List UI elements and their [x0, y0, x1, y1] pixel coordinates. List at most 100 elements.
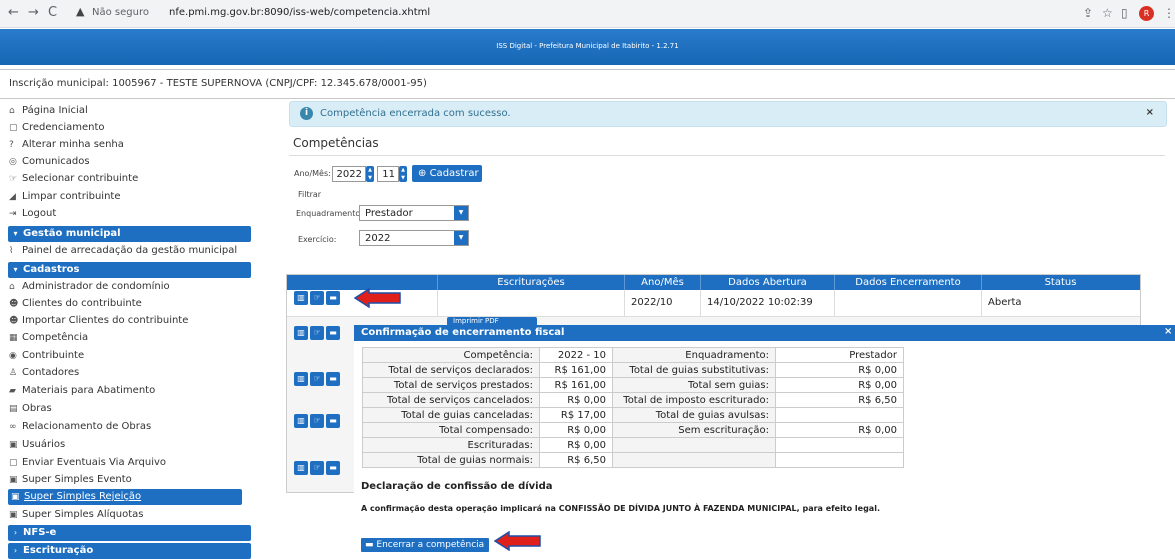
- reload-icon[interactable]: C: [48, 5, 57, 21]
- folder-open-icon[interactable]: ▬: [326, 461, 340, 475]
- encerramento-cell: [835, 290, 982, 316]
- close-icon[interactable]: ×: [1146, 107, 1154, 118]
- forward-icon[interactable]: →: [28, 5, 39, 21]
- mes-stepper[interactable]: ▲ ▼: [399, 166, 407, 182]
- question-icon: ?: [9, 140, 14, 150]
- summary-row: Total compensado: R$ 0,00 Sem escrituração…: [362, 422, 904, 438]
- summary-label: Total de serviços cancelados:: [362, 392, 540, 408]
- summary-label: Total sem guias:: [612, 377, 776, 393]
- exercicio-select[interactable]: 2022 ▼: [359, 230, 469, 246]
- sidebar-item-competencia[interactable]: ▦ Competência: [9, 330, 88, 346]
- sidebar-item-alterar-senha[interactable]: ? Alterar minha senha: [9, 137, 124, 153]
- trash-icon[interactable]: ▥: [294, 372, 308, 386]
- side-panel-icon[interactable]: ▯: [1121, 6, 1128, 20]
- summary-label: [612, 437, 776, 453]
- column-header-dados-abertura: Dados Abertura: [701, 275, 835, 290]
- folder-icon: ▬: [365, 540, 374, 550]
- enquadramento-select[interactable]: Prestador ▼: [359, 205, 469, 221]
- sidebar-section-cadastros[interactable]: ▾ Cadastros: [8, 262, 251, 278]
- close-icon[interactable]: ×: [1164, 326, 1172, 337]
- sidebar-item-obras[interactable]: ▤ Obras: [9, 401, 52, 417]
- star-icon[interactable]: ☆: [1102, 6, 1113, 20]
- summary-label: Total de serviços declarados:: [362, 362, 540, 378]
- summary-label: Escrituradas:: [362, 437, 540, 453]
- ano-stepper[interactable]: ▲ ▼: [366, 166, 374, 182]
- summary-value: [775, 437, 904, 453]
- sidebar-item-limpar-contribuinte[interactable]: ◢ Limpar contribuinte: [9, 189, 121, 205]
- sidebar-section-nfse[interactable]: › NFS-e: [8, 525, 251, 541]
- address-bar[interactable]: ▲ Não seguro nfe.pmi.mg.gov.br:8090/iss-…: [66, 4, 1116, 23]
- home-icon: ⌂: [9, 106, 15, 116]
- summary-label: Total de imposto escriturado:: [612, 392, 776, 408]
- trash-icon[interactable]: ▥: [294, 291, 308, 305]
- share-icon[interactable]: ⇪: [1083, 6, 1093, 20]
- sidebar-section-gestao[interactable]: ▾ Gestão municipal: [8, 226, 251, 242]
- mes-input[interactable]: 11: [377, 166, 399, 182]
- sidebar-item-usuarios[interactable]: ▣ Usuários: [9, 437, 65, 453]
- summary-row: Competência: 2022 - 10 Enquadramento: Prest…: [362, 347, 904, 363]
- sidebar-item-comunicados[interactable]: ◎ Comunicados: [9, 154, 90, 170]
- sidebar-item-pagina-inicial[interactable]: ⌂ Página Inicial: [9, 103, 88, 119]
- trash-icon[interactable]: ▥: [294, 326, 308, 340]
- hand-point-icon[interactable]: ☞: [310, 326, 324, 340]
- hand-point-icon[interactable]: ☞: [310, 461, 324, 475]
- summary-row: Total de serviços cancelados: R$ 0,00 Tota…: [362, 392, 904, 408]
- hand-point-icon[interactable]: ☞: [310, 414, 324, 428]
- chevron-right-icon: ›: [13, 528, 18, 537]
- browser-menu-icon[interactable]: ⋮: [1163, 6, 1175, 20]
- encerrar-button[interactable]: ▬ Encerrar a competência: [361, 538, 489, 552]
- app-header: ISS Digital - Prefeitura Municipal de It…: [0, 29, 1175, 65]
- folder-open-icon[interactable]: ▬: [326, 326, 340, 340]
- user-icon: ♙: [9, 368, 18, 378]
- back-icon[interactable]: ←: [8, 5, 19, 21]
- sidebar-item-logout[interactable]: ⇥ Logout: [9, 206, 56, 222]
- summary-value: R$ 161,00: [539, 377, 613, 393]
- escrituracoes-cell: [438, 290, 625, 316]
- sidebar-item-materiais-abatimento[interactable]: ▰ Materiais para Abatimento: [9, 383, 155, 399]
- sidebar-section-escrituracao[interactable]: › Escrituração: [8, 543, 251, 559]
- summary-value: R$ 0,00: [539, 422, 613, 438]
- sidebar-item-super-simples-aliquotas[interactable]: ▣ Super Simples Alíquotas: [9, 507, 143, 523]
- cadastrar-button[interactable]: ⊕ Cadastrar: [412, 165, 482, 182]
- sidebar-item-credenciamento[interactable]: ▢ Credenciamento: [9, 120, 105, 136]
- url-text[interactable]: nfe.pmi.mg.gov.br:8090/iss-web/competenc…: [169, 7, 430, 18]
- chevron-down-icon: ▾: [13, 229, 18, 238]
- summary-value: R$ 6,50: [775, 392, 904, 408]
- sidebar-item-super-simples-rejeicao[interactable]: ▣ Super Simples Rejeição: [8, 489, 242, 505]
- chevron-down-icon: ▼: [454, 206, 468, 220]
- ano-mes-cell: 2022/10: [625, 290, 701, 316]
- trash-icon[interactable]: ▥: [294, 461, 308, 475]
- hand-point-icon[interactable]: ☞: [310, 372, 324, 386]
- document-icon: ▢: [9, 123, 18, 133]
- status-cell: Aberta: [988, 297, 1022, 308]
- sidebar-item-clientes-contribuinte[interactable]: ☻ Clientes do contribuinte: [9, 296, 142, 312]
- hand-point-icon[interactable]: ☞: [310, 291, 324, 305]
- sidebar-item-administrador-condominio[interactable]: ⌂ Administrador de condomínio: [9, 279, 170, 295]
- summary-label: Total de guias canceladas:: [362, 407, 540, 423]
- profile-avatar[interactable]: R: [1139, 6, 1154, 21]
- info-icon: i: [300, 107, 313, 120]
- sidebar-item-importar-clientes[interactable]: ☻ Importar Clientes do contribuinte: [9, 313, 188, 329]
- summary-value: [775, 407, 904, 423]
- column-header-dados-encerramento: Dados Encerramento: [835, 275, 982, 290]
- trash-icon[interactable]: ▥: [294, 414, 308, 428]
- sidebar-item-contadores[interactable]: ♙ Contadores: [9, 365, 79, 381]
- folder-open-icon[interactable]: ▬: [326, 372, 340, 386]
- folder-open-icon[interactable]: ▬: [326, 414, 340, 428]
- sidebar-item-contribuinte[interactable]: ◉ Contribuinte: [9, 348, 84, 364]
- logout-icon: ⇥: [9, 209, 17, 219]
- window-icon: ▣: [9, 475, 18, 485]
- folder-icon[interactable]: ▬: [326, 291, 340, 305]
- sidebar-item-painel-arrecadacao[interactable]: ⌇ Painel de arrecadação da gestão municip…: [9, 243, 237, 259]
- sidebar-item-relacionamento-obras[interactable]: ∞ Relacionamento de Obras: [9, 419, 151, 435]
- ano-input[interactable]: 2022: [332, 166, 366, 182]
- sidebar-item-super-simples-evento[interactable]: ▣ Super Simples Evento: [9, 472, 132, 488]
- sidebar-item-selecionar-contribuinte[interactable]: ☞ Selecionar contribuinte: [9, 171, 138, 187]
- summary-label: Total de guias substitutivas:: [612, 362, 776, 378]
- sidebar-item-enviar-eventuais[interactable]: ▢ Enviar Eventuais Via Arquivo: [9, 455, 166, 471]
- summary-label: Total de guias normais:: [362, 452, 540, 468]
- summary-value: R$ 6,50: [539, 452, 613, 468]
- success-alert: i Competência encerrada com sucesso. ×: [289, 101, 1167, 127]
- summary-row: Total de guias canceladas: R$ 17,00 Total …: [362, 407, 904, 423]
- ano-mes-label: Ano/Mês:: [294, 169, 331, 178]
